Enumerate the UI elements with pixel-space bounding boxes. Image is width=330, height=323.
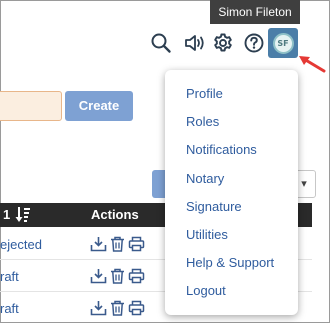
print-icon[interactable] — [128, 268, 145, 284]
create-button[interactable]: Create — [65, 91, 133, 121]
actions-column-header: Actions — [91, 207, 139, 222]
trash-icon[interactable] — [110, 268, 125, 284]
menu-item-notary[interactable]: Notary — [165, 165, 298, 193]
trash-icon[interactable] — [110, 300, 125, 316]
gear-icon[interactable] — [212, 32, 234, 54]
menu-item-roles[interactable]: Roles — [165, 108, 298, 136]
menu-item-logout[interactable]: Logout — [165, 277, 298, 305]
menu-item-notifications[interactable]: Notifications — [165, 136, 298, 164]
pointer-arrow-icon — [298, 54, 326, 79]
search-icon[interactable] — [150, 32, 172, 54]
download-icon[interactable] — [90, 236, 107, 252]
status-link[interactable]: ejected — [0, 237, 42, 252]
sort-column-header[interactable]: 1 — [3, 207, 10, 222]
print-icon[interactable] — [128, 300, 145, 316]
download-icon[interactable] — [90, 300, 107, 316]
menu-item-utilities[interactable]: Utilities — [165, 221, 298, 249]
status-link[interactable]: raft — [0, 301, 19, 316]
download-icon[interactable] — [90, 268, 107, 284]
menu-item-signature[interactable]: Signature — [165, 193, 298, 221]
speaker-icon[interactable] — [183, 32, 207, 54]
menu-item-help-support[interactable]: Help & Support — [165, 249, 298, 277]
status-link[interactable]: raft — [0, 269, 19, 284]
name-input[interactable] — [0, 91, 62, 121]
user-tooltip: Simon Fileton — [210, 0, 300, 24]
sort-descending-icon[interactable] — [15, 206, 31, 226]
avatar: SF — [272, 32, 294, 54]
help-icon[interactable] — [243, 32, 265, 54]
trash-icon[interactable] — [110, 236, 125, 252]
menu-item-profile[interactable]: Profile — [165, 80, 298, 108]
user-menu: Profile Roles Notifications Notary Signa… — [165, 70, 298, 315]
user-avatar-button[interactable]: SF — [268, 28, 298, 58]
print-icon[interactable] — [128, 236, 145, 252]
